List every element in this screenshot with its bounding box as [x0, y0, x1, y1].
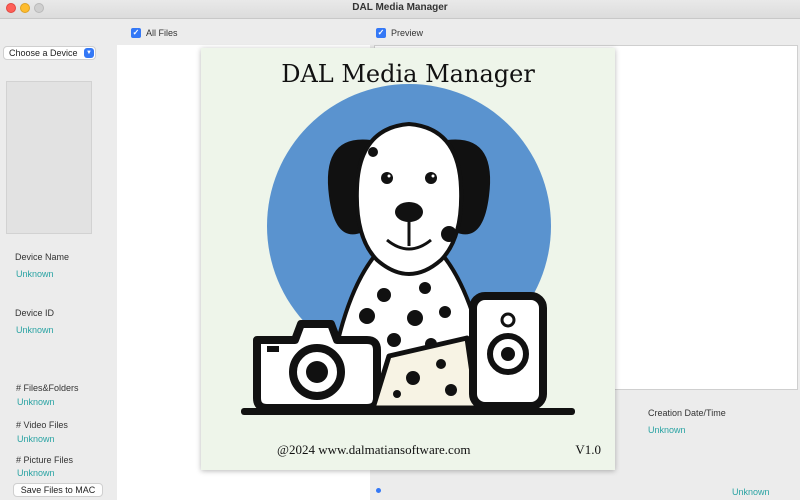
device-name-label: Device Name [15, 252, 70, 262]
splash-copyright: @2024 www.dalmatiansoftware.com [277, 442, 471, 457]
all-files-label: All Files [146, 28, 178, 38]
preview-toggle[interactable]: ✓ Preview [376, 28, 423, 38]
checkbox-icon[interactable]: ✓ [131, 28, 141, 38]
timeline-slider-handle[interactable] [376, 488, 381, 493]
dalmatian-dog-logo [241, 84, 575, 415]
device-thumbnail [6, 81, 92, 234]
chevron-down-icon[interactable]: ▼ [84, 48, 94, 58]
picture-files-value: Unknown [17, 468, 55, 478]
files-folders-label: # Files&Folders [16, 383, 79, 393]
creation-date-label: Creation Date/Time [648, 408, 726, 418]
splash-version: V1.0 [575, 442, 601, 457]
phone-icon [469, 292, 547, 410]
device-select-value: Choose a Device [9, 48, 78, 58]
device-id-label: Device ID [15, 308, 55, 318]
save-files-button[interactable]: Save Files to MAC [13, 483, 103, 497]
video-files-value: Unknown [17, 434, 55, 444]
creation-date-value: Unknown [648, 425, 686, 435]
device-name-value: Unknown [16, 269, 54, 279]
splash-title: DAL Media Manager [281, 60, 535, 88]
files-folders-value: Unknown [17, 397, 55, 407]
camera-icon [253, 320, 381, 412]
window-title: DAL Media Manager [352, 2, 448, 13]
video-files-label: # Video Files [16, 420, 68, 430]
splash-window: DAL Media Manager @2024 www.dalmatiansof… [201, 48, 615, 470]
device-id-value: Unknown [16, 325, 54, 335]
all-files-toggle[interactable]: ✓ All Files [131, 28, 178, 38]
title-bar: DAL Media Manager [0, 0, 800, 19]
checkbox-icon[interactable]: ✓ [376, 28, 386, 38]
bottom-status-value: Unknown [732, 487, 770, 497]
device-select[interactable]: Choose a Device ▼ [3, 46, 96, 60]
preview-label: Preview [391, 28, 424, 38]
picture-files-label: # Picture Files [16, 455, 74, 465]
